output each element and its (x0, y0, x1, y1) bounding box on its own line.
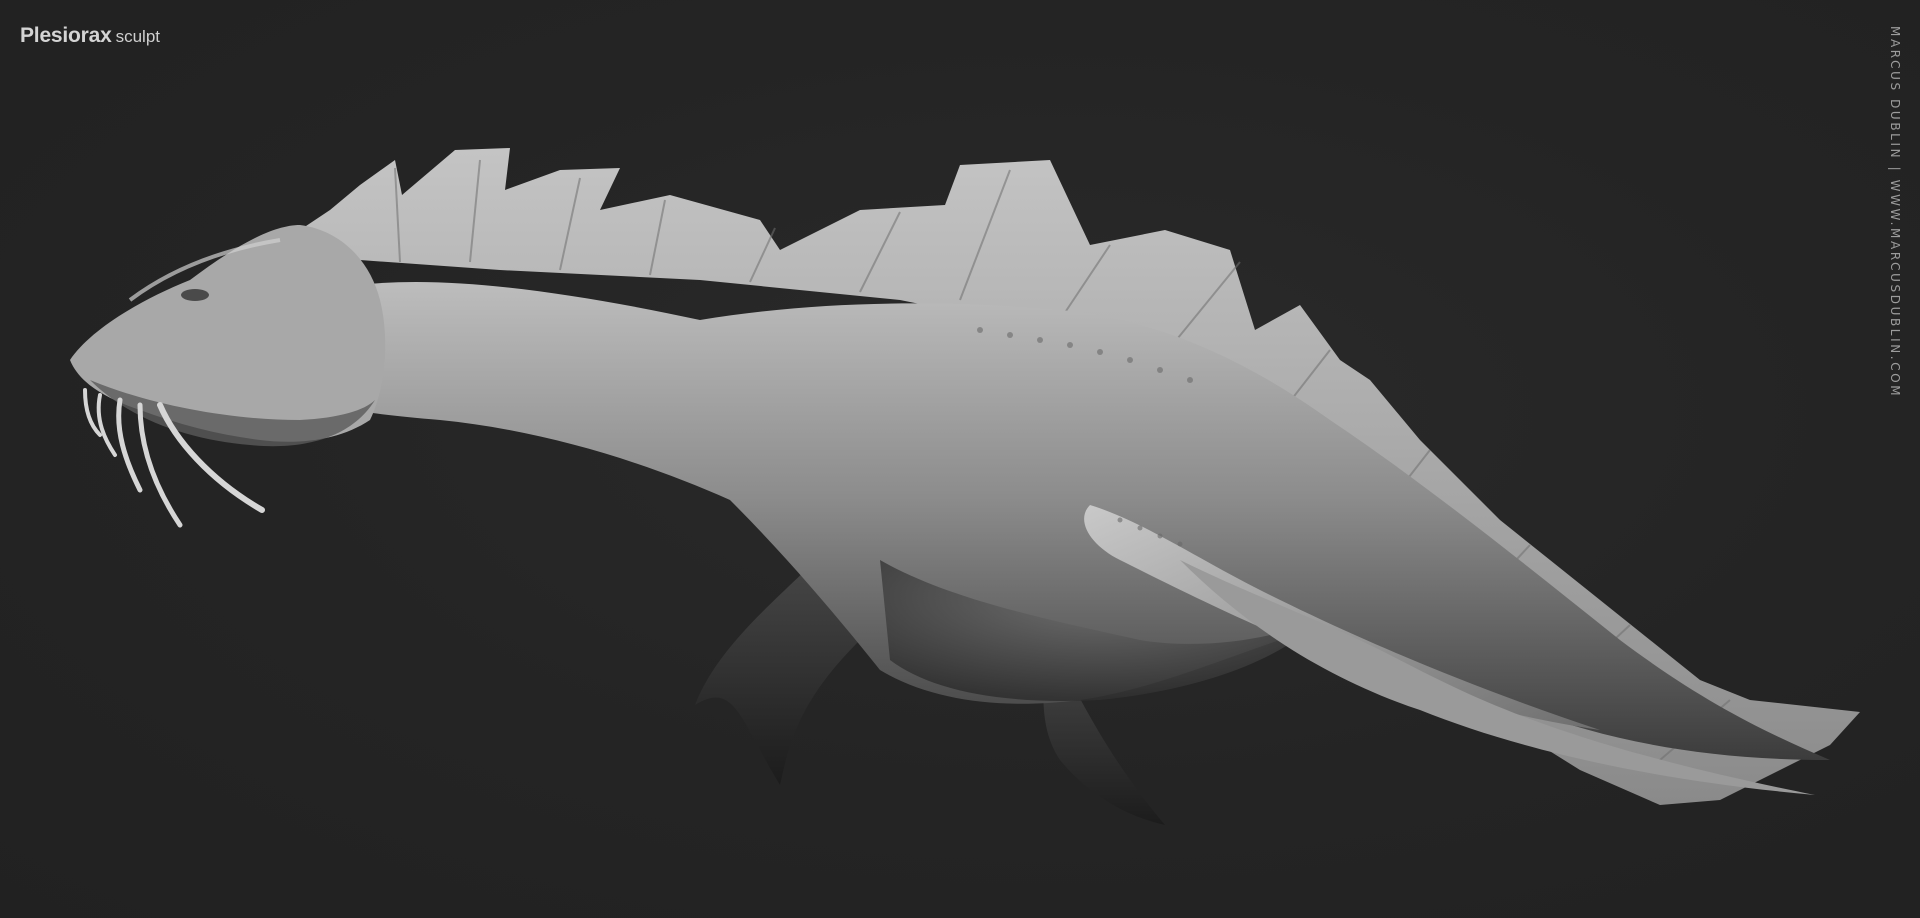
title-subtitle: sculpt (115, 27, 161, 46)
creature-name: Plesiorax (20, 24, 112, 47)
artist-credit: Marcus Dublin | www.marcusdublin.com (1888, 26, 1902, 426)
artwork-title: Plesiorax sculpt (20, 24, 160, 48)
creature-eye (181, 289, 209, 301)
artist-credit-text: Marcus Dublin | www.marcusdublin.com (1888, 26, 1902, 399)
creature-sculpt-render (70, 148, 1860, 825)
render-canvas: Plesiorax sculpt Marcus Dublin | www.marc… (0, 0, 1920, 918)
